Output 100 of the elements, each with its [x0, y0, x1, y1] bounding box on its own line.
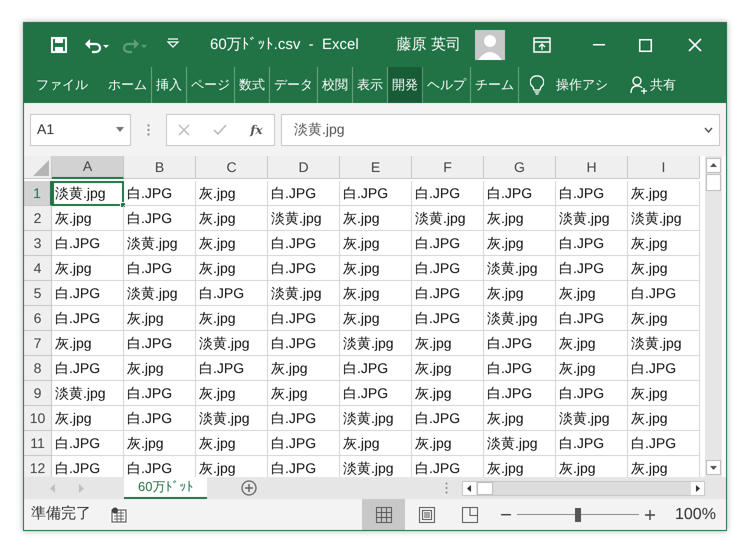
table-cell: 灰.jpg	[484, 206, 556, 231]
zoom-level[interactable]: 100%	[675, 502, 716, 526]
table-cell: 白.JPG	[268, 231, 340, 256]
macro-recording-icon[interactable]	[111, 506, 127, 522]
ribbon-tab[interactable]: 挿入	[152, 67, 187, 103]
horizontal-scrollbar[interactable]	[462, 480, 706, 496]
table-cell: 灰.jpg	[340, 306, 412, 331]
column-header[interactable]: D	[268, 156, 340, 179]
view-button[interactable]	[362, 499, 405, 530]
table-cell: 灰.jpg	[340, 206, 412, 231]
close-icon[interactable]	[688, 38, 702, 52]
table-cell: 灰.jpg	[628, 306, 700, 331]
ribbon-tab[interactable]: ファイル	[32, 67, 92, 103]
column-header[interactable]: G	[484, 156, 556, 179]
table-cell: 淡黄.jpg	[484, 306, 556, 331]
table-cell: 白.JPG	[124, 381, 196, 406]
name-box[interactable]: A1	[30, 114, 131, 146]
scroll-up-icon[interactable]	[706, 158, 721, 173]
row-header[interactable]: 1	[24, 181, 52, 206]
ribbon-tab[interactable]: データ	[270, 67, 318, 103]
table-cell: 淡黄.jpg	[340, 331, 412, 356]
table-cell: 白.JPG	[412, 406, 484, 431]
table-cell: 白.JPG	[484, 356, 556, 381]
ribbon-tab[interactable]: 開発	[388, 67, 423, 103]
table-cell: 白.JPG	[124, 181, 196, 206]
column-header[interactable]: H	[556, 156, 628, 179]
user-name: 藤原 英司	[396, 34, 461, 55]
scroll-right-icon[interactable]	[691, 482, 704, 494]
scroll-down-icon[interactable]	[706, 460, 721, 475]
ribbon-tab[interactable]: 数式	[235, 67, 270, 103]
formula-field[interactable]: 淡黄.jpg	[281, 114, 720, 146]
ribbon-tab[interactable]: チーム	[471, 67, 519, 103]
table-cell: 灰.jpg	[412, 331, 484, 356]
save-icon[interactable]	[50, 36, 68, 54]
row-header[interactable]: 11	[24, 431, 52, 456]
table-cell: 白.JPG	[628, 431, 700, 456]
table-cell: 白.JPG	[124, 331, 196, 356]
vertical-scrollbar[interactable]	[705, 156, 722, 477]
table-cell: 白.JPG	[556, 181, 628, 206]
row-header[interactable]: 7	[24, 331, 52, 356]
table-cell: 白.JPG	[268, 431, 340, 456]
column-header[interactable]: C	[196, 156, 268, 179]
add-sheet-icon[interactable]	[241, 480, 258, 496]
table-cell: 淡黄.jpg	[340, 406, 412, 431]
zoom-in-icon[interactable]	[645, 510, 655, 520]
split-handle-icon[interactable]	[445, 482, 448, 494]
column-header[interactable]: I	[628, 156, 700, 179]
table-cell: 灰.jpg	[196, 181, 268, 206]
enter-check-icon[interactable]	[213, 124, 228, 136]
row-header[interactable]: 5	[24, 281, 52, 306]
scroll-thumb[interactable]	[706, 174, 721, 191]
table-cell: 淡黄.jpg	[52, 381, 124, 406]
table-cell: 灰.jpg	[52, 206, 124, 231]
table-cell: 灰.jpg	[556, 356, 628, 381]
insert-function-button[interactable]: fx	[250, 120, 263, 138]
column-header[interactable]: B	[124, 156, 196, 179]
sheet-tab[interactable]: 60万ﾄﾞｯﾄ	[124, 477, 208, 499]
tell-me-field[interactable]: 操作アシ	[556, 75, 608, 95]
row-header[interactable]: 12	[24, 456, 52, 477]
table-cell: 灰.jpg	[196, 381, 268, 406]
table-cell: 白.JPG	[340, 381, 412, 406]
column-header[interactable]: F	[412, 156, 484, 179]
ribbon-display-icon[interactable]	[532, 37, 551, 53]
expand-chevron-icon[interactable]	[704, 126, 713, 132]
row-header[interactable]: 10	[24, 406, 52, 431]
row-header[interactable]: 9	[24, 381, 52, 406]
normal-view-icon	[376, 506, 392, 522]
column-header[interactable]: E	[340, 156, 412, 179]
maximize-icon[interactable]	[638, 38, 652, 52]
table-cell: 灰.jpg	[340, 281, 412, 306]
minimize-icon[interactable]	[592, 44, 605, 46]
table-cell: 灰.jpg	[268, 356, 340, 381]
row-header[interactable]: 4	[24, 256, 52, 281]
column-header[interactable]: A	[52, 156, 124, 179]
table-cell: 灰.jpg	[196, 306, 268, 331]
row-header[interactable]: 2	[24, 206, 52, 231]
ribbon-tab[interactable]: 校閲	[318, 67, 353, 103]
table-cell: 淡黄.jpg	[196, 331, 268, 356]
row-header[interactable]: 3	[24, 231, 52, 256]
lightbulb-icon[interactable]	[530, 75, 544, 95]
table-cell: 白.JPG	[556, 231, 628, 256]
table-cell: 白.JPG	[268, 181, 340, 206]
drag-handle-icon[interactable]	[147, 124, 150, 136]
share-icon[interactable]	[630, 76, 648, 94]
table-cell: 灰.jpg	[340, 231, 412, 256]
table-cell: 白.JPG	[124, 406, 196, 431]
page-break-icon	[462, 506, 478, 522]
share-label[interactable]: 共有	[650, 75, 676, 95]
ribbon-tab[interactable]: ホーム	[104, 67, 152, 103]
row-header[interactable]: 6	[24, 306, 52, 331]
ribbon-tab[interactable]: ページ	[187, 67, 235, 103]
table-cell[interactable]: 淡黄.jpg	[52, 181, 124, 206]
table-cell: 灰.jpg	[124, 431, 196, 456]
scroll-left-icon[interactable]	[463, 482, 476, 494]
row-header[interactable]: 8	[24, 356, 52, 381]
table-cell: 灰.jpg	[484, 281, 556, 306]
scroll-thumb[interactable]	[477, 482, 494, 494]
table-cell: 灰.jpg	[628, 256, 700, 281]
ribbon-tab[interactable]: ヘルプ	[423, 67, 471, 103]
table-cell: 灰.jpg	[484, 231, 556, 256]
